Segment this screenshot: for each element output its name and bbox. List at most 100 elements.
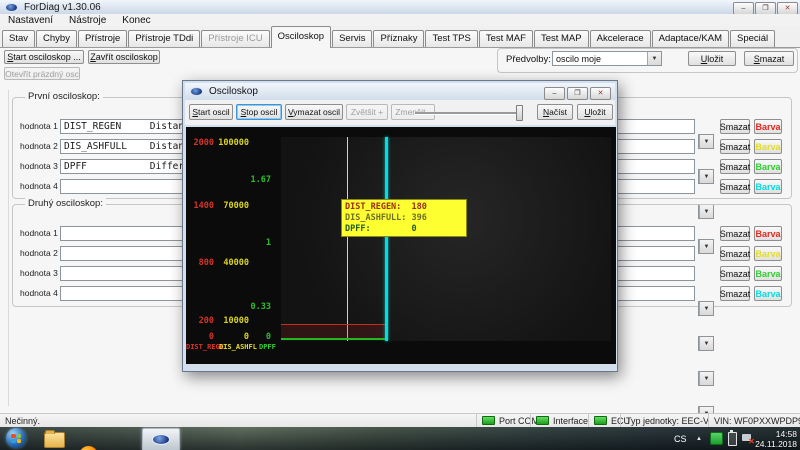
open-empty-osc-button: Otevřít prázdný osc xyxy=(4,67,80,80)
scope-tooltip: DIST_REGEN: 180 DIS_ASHFULL: 396 DPFF: 0 xyxy=(341,199,467,237)
yellow-axis-tick: 100000 xyxy=(217,138,249,148)
zoom-slider-track xyxy=(415,112,519,115)
scope-plot-area[interactable] xyxy=(281,137,611,341)
channel-label-dis-ashfull: DIS_ASHFL xyxy=(219,343,257,351)
tab-chyby[interactable]: Chyby xyxy=(36,30,77,47)
language-indicator[interactable]: CS xyxy=(674,427,687,450)
status-interface: Interface xyxy=(530,414,588,427)
preset-save-button[interactable]: Uložit xyxy=(688,51,736,66)
status-bar: Nečinný. Port COM6 Interface ECU Typ jed… xyxy=(0,413,800,427)
start-button[interactable] xyxy=(6,428,26,448)
red-axis-tick: 800 xyxy=(186,258,214,268)
row-color-button[interactable]: Barva xyxy=(754,266,782,281)
row-delete-button[interactable]: Smazat xyxy=(720,246,750,261)
tab-adaptace-kam[interactable]: Adaptace/KAM xyxy=(652,30,729,47)
taskbar-clock[interactable]: 14:58 24.11.2018 xyxy=(755,429,797,449)
status-state: Nečinný. xyxy=(5,416,40,426)
status-vin: VIN: WF0PXXWPDP9M7840 xyxy=(708,414,800,427)
yellow-axis-tick: 10000 xyxy=(217,316,249,326)
preset-delete-button[interactable]: Smazat xyxy=(744,51,794,66)
red-axis-tick: 1400 xyxy=(186,201,214,211)
row-delete-button[interactable]: Smazat xyxy=(720,139,750,154)
osc-stop-button[interactable]: Stop oscil xyxy=(236,104,282,120)
row-label: hodnota 1 xyxy=(20,226,58,241)
interface-led-icon xyxy=(536,416,549,425)
value-dropdown[interactable] xyxy=(698,134,714,149)
oscilloscope-logo-icon xyxy=(190,87,203,96)
window-title: ForDiag v1.30.06 xyxy=(24,2,101,13)
tab-test-map[interactable]: Test MAP xyxy=(534,30,589,47)
value-dropdown[interactable] xyxy=(698,301,714,316)
red-trace-fill xyxy=(281,325,385,338)
tab-special[interactable]: Speciál xyxy=(730,30,775,47)
explorer-icon[interactable] xyxy=(44,432,65,448)
row-color-button[interactable]: Barva xyxy=(754,179,782,194)
oscilloscope-display[interactable]: 2000 1400 800 200 0 100000 70000 40000 1… xyxy=(186,127,616,364)
red-axis-tick: 0 xyxy=(186,332,214,342)
row-delete-button[interactable]: Smazat xyxy=(720,179,750,194)
row-delete-button[interactable]: Smazat xyxy=(720,286,750,301)
presets-dropdown[interactable]: oscilo moje xyxy=(552,51,662,66)
tray-expand-icon[interactable]: ▲ xyxy=(696,427,702,450)
osc-zoom-in-button: Zvětšit + xyxy=(346,104,388,120)
tab-test-tps[interactable]: Test TPS xyxy=(425,30,477,47)
value-dropdown[interactable] xyxy=(698,371,714,386)
value-dropdown[interactable] xyxy=(698,336,714,351)
taskbar: CS ▲ 14:58 24.11.2018 xyxy=(0,427,800,450)
osc-restore-icon[interactable] xyxy=(567,87,588,100)
osc-minimize-icon[interactable] xyxy=(544,87,565,100)
osc-load-button[interactable]: Načíst xyxy=(537,104,573,120)
close-oscilloscope-button[interactable]: Zavřít osciloskop xyxy=(88,50,160,64)
tray-app-icon[interactable] xyxy=(710,427,723,450)
network-icon[interactable] xyxy=(742,427,753,450)
tab-priznaky[interactable]: Příznaky xyxy=(373,30,424,47)
tab-pristroje[interactable]: Přístroje xyxy=(78,30,127,47)
titlebar: ForDiag v1.30.06 xyxy=(0,0,800,15)
yellow-axis-tick: 40000 xyxy=(217,258,249,268)
row-color-button[interactable]: Barva xyxy=(754,246,782,261)
fordiag-logo-icon xyxy=(5,3,18,12)
screen: ForDiag v1.30.06 Nastavení Nástroje Kone… xyxy=(0,0,800,450)
oscilloscope-title: Osciloskop xyxy=(209,86,258,97)
osc-save-button[interactable]: Uložit xyxy=(577,104,613,120)
tab-test-maf[interactable]: Test MAF xyxy=(479,30,533,47)
red-axis-tick: 2000 xyxy=(186,138,214,148)
osc-start-button[interactable]: Start oscil xyxy=(189,104,233,120)
green-axis-tick: 0 xyxy=(243,332,271,342)
scope-time-cursor[interactable] xyxy=(385,137,388,341)
scope-cursor-line[interactable] xyxy=(347,137,348,341)
row-delete-button[interactable]: Smazat xyxy=(720,159,750,174)
fordiag-taskbar-button[interactable] xyxy=(142,428,180,450)
menu-nastroje[interactable]: Nástroje xyxy=(69,15,106,26)
menu-nastaveni[interactable]: Nastavení xyxy=(8,15,53,26)
tab-akcelerace[interactable]: Akcelerace xyxy=(590,30,651,47)
row-color-button[interactable]: Barva xyxy=(754,159,782,174)
tab-pristroje-icu: Přístroje ICU xyxy=(201,30,269,47)
row-delete-button[interactable]: Smazat xyxy=(720,266,750,281)
battery-icon[interactable] xyxy=(728,427,737,450)
row-delete-button[interactable]: Smazat xyxy=(720,226,750,241)
menu-konec[interactable]: Konec xyxy=(122,15,150,26)
row-color-button[interactable]: Barva xyxy=(754,286,782,301)
row-color-button[interactable]: Barva xyxy=(754,226,782,241)
osc-close-icon[interactable] xyxy=(590,87,611,100)
row-delete-button[interactable]: Smazat xyxy=(720,119,750,134)
port-led-icon xyxy=(482,416,495,425)
tooltip-line: DPFF: 0 xyxy=(345,224,463,235)
value-dropdown[interactable] xyxy=(698,169,714,184)
zoom-slider-handle[interactable] xyxy=(516,105,523,121)
oscilloscope-titlebar[interactable]: Osciloskop xyxy=(185,83,615,101)
firefox-icon[interactable] xyxy=(79,446,98,450)
row-label: hodnota 4 xyxy=(20,179,58,194)
tab-stav[interactable]: Stav xyxy=(2,30,35,47)
osc-clear-button[interactable]: Vymazat oscil xyxy=(285,104,343,120)
start-oscilloscope-button[interactable]: Start osciloskop ... xyxy=(4,50,84,64)
green-axis-tick: 0.33 xyxy=(243,302,271,312)
red-trace xyxy=(281,324,385,325)
tab-pristroje-tdd[interactable]: Přístroje TDdi xyxy=(128,30,200,47)
row-color-button[interactable]: Barva xyxy=(754,119,782,134)
tab-servis[interactable]: Servis xyxy=(332,30,372,47)
tab-osciloskop[interactable]: Osciloskop xyxy=(271,26,331,48)
oscilloscope-window: Osciloskop Start oscil Stop oscil Vymaza… xyxy=(182,80,618,372)
row-color-button[interactable]: Barva xyxy=(754,139,782,154)
